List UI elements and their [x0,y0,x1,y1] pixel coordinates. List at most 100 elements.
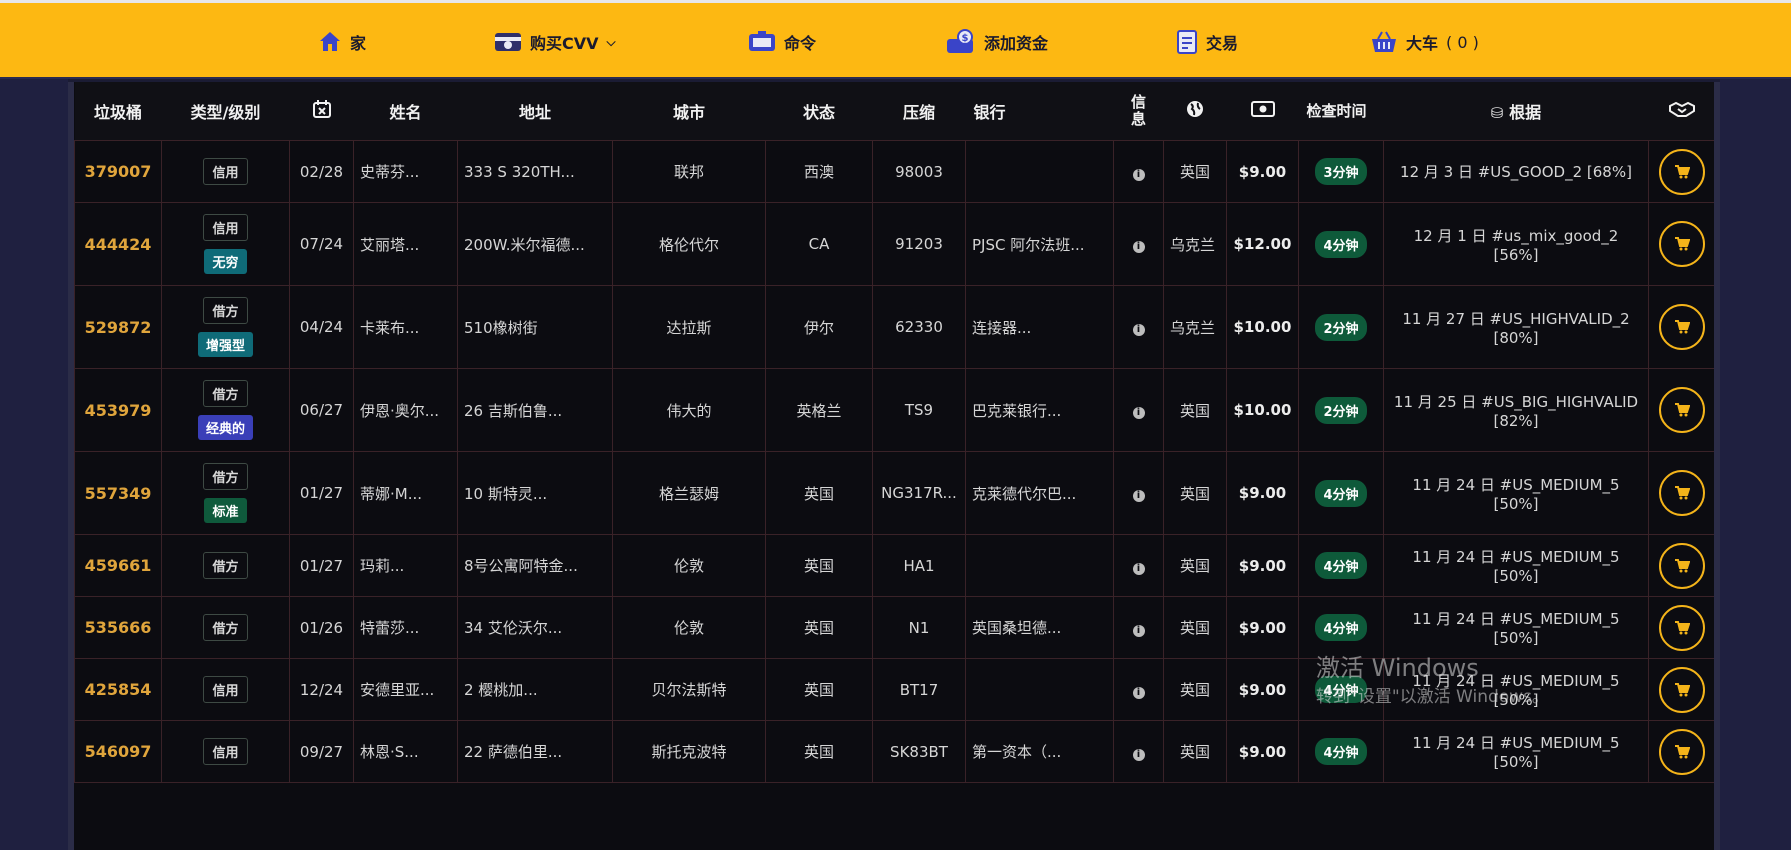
col-info: 信息 [1113,82,1164,141]
expiry-cell: 04/24 [289,285,354,369]
state-cell: 英国 [765,451,873,535]
action-cell [1648,534,1714,597]
zip-cell: HA1 [872,534,966,597]
price-cell: $10.00 [1226,368,1299,452]
bank-cell [965,140,1114,203]
expiry-cell: 02/28 [289,140,354,203]
type-level-cell: 借方 经典的 [161,368,290,452]
price-cell: $9.00 [1226,596,1299,659]
type-level-cell: 信用 [161,720,290,783]
info-icon[interactable]: i [1132,490,1145,502]
col-checked: 检查时间 [1298,82,1384,141]
info-icon[interactable]: i [1132,624,1145,637]
zip-cell: TS9 [872,368,966,452]
bin-cell: 459661 [74,534,162,597]
add-to-cart-button[interactable] [1658,221,1705,267]
address-cell: 34 艾伦沃尔... [457,596,613,659]
type-level-cell: 信用 无穷 [161,202,290,286]
bank-cell: 巴克莱银行... [965,368,1114,452]
cart-icon [1674,320,1690,334]
bin-cell: 546097 [74,720,162,783]
add-to-cart-button[interactable] [1658,470,1705,516]
checked-cell: 3分钟 [1298,140,1384,203]
nav-buy-cvv[interactable]: 购买CVV ⌵ [494,25,616,59]
name-cell: 史蒂芬... [353,140,458,203]
city-cell: 联邦 [612,140,766,203]
info-icon[interactable]: i [1132,324,1145,336]
nav-transactions-label: 交易 [1206,34,1239,53]
country-cell: 英国 [1163,368,1227,452]
name-cell: 特蕾莎... [353,596,458,659]
city-cell: 伟大的 [612,368,766,452]
card-type-badge: 借方 [203,552,248,579]
action-cell [1648,451,1714,535]
base-cell: 12 月 1 日 #us_mix_good_2 [56%] [1383,202,1649,286]
info-icon[interactable]: i [1132,686,1145,699]
right-margin [1720,79,1791,850]
city-cell: 斯托克波特 [612,720,766,783]
nav-add-funds[interactable]: $ 添加资金 [946,25,1048,59]
col-name: 姓名 [353,82,458,141]
info-cell: i [1113,658,1164,721]
zip-cell: 62330 [872,285,966,369]
info-icon[interactable]: i [1132,241,1145,253]
base-cell: 12 月 3 日 #US_GOOD_2 [68%] [1383,140,1649,203]
action-cell [1648,202,1714,286]
city-cell: 伦敦 [612,596,766,659]
info-icon[interactable]: i [1132,407,1145,419]
checked-time-badge: 3分钟 [1315,158,1367,185]
nav-transactions[interactable]: 交易 [1176,25,1238,59]
checked-time-badge: 4分钟 [1315,479,1367,507]
table-row: 459661 借方 01/27 玛莉... 8号公寓阿特金... 伦敦 英国 HA1 i 英国 $9… [74,534,1714,597]
expiry-cell: 09/27 [289,720,354,783]
zip-cell: BT17 [872,658,966,721]
nav-home[interactable]: 家 [318,25,366,59]
table-header-row: 垃圾桶 类型/级别 姓名 地址 城市 状态 压缩 银行 信息 检查时间 ⛁ 根据 [74,82,1714,141]
card-level-badge: 标准 [204,498,247,523]
price-cell: $10.00 [1226,285,1299,369]
cart-count: ( 0 ) [1446,32,1479,52]
card-type-badge: 信用 [203,214,248,241]
info-icon[interactable]: i [1132,748,1145,761]
info-icon[interactable]: i [1132,168,1145,181]
col-base: ⛁ 根据 [1383,82,1649,141]
state-cell: 英国 [765,534,873,597]
info-cell: i [1113,720,1164,783]
add-to-cart-button[interactable] [1658,304,1705,350]
add-to-cart-button[interactable] [1658,666,1705,713]
nav-orders[interactable]: 命令 [748,25,816,59]
country-cell: 英国 [1163,596,1227,659]
card-level-badge: 增强型 [197,332,253,357]
name-cell: 林恩·S... [353,720,458,783]
col-address: 地址 [457,82,613,141]
credit-card-icon [495,33,521,51]
action-cell [1648,720,1714,783]
action-cell [1648,285,1714,369]
address-cell: 10 斯特灵... [457,451,613,535]
nav-home-label: 家 [350,34,367,53]
add-to-cart-button[interactable] [1658,604,1705,651]
table-row: 546097 信用 09/27 林恩·S... 22 萨德伯里... 斯托克波特 英国 SK8… [74,720,1714,783]
windows-activation-title: 激活 Windows [1316,654,1479,682]
expiry-cell: 01/27 [289,451,354,535]
info-icon[interactable]: i [1132,562,1145,575]
zip-cell: SK83BT [872,720,966,783]
cart-icon [1674,558,1690,572]
base-cell: 11 月 24 日 #US_MEDIUM_5 [50%] [1383,451,1649,535]
price-cell: $9.00 [1226,534,1299,597]
add-to-cart-button[interactable] [1658,542,1705,589]
cart-icon [1674,164,1690,178]
col-city: 城市 [612,82,766,141]
add-to-cart-button[interactable] [1658,148,1705,195]
add-to-cart-button[interactable] [1658,728,1705,775]
card-type-badge: 借方 [203,463,248,490]
top-navbar: 家 购买CVV ⌵ 命令 $ 添加资金 交易 大车 ( 0 ) [0,0,1791,79]
nav-cart[interactable]: 大车 ( 0 ) [1370,25,1479,59]
table-row: 529872 借方 增强型 04/24 卡莱布... 510橡树街 达拉斯 伊尔 62330 连接… [74,285,1714,369]
add-to-cart-button[interactable] [1658,387,1705,433]
cart-icon [1674,486,1690,500]
bin-cell: 529872 [74,285,162,369]
card-type-badge: 借方 [203,380,248,407]
type-level-cell: 信用 [161,140,290,203]
nav-orders-label: 命令 [784,34,817,53]
